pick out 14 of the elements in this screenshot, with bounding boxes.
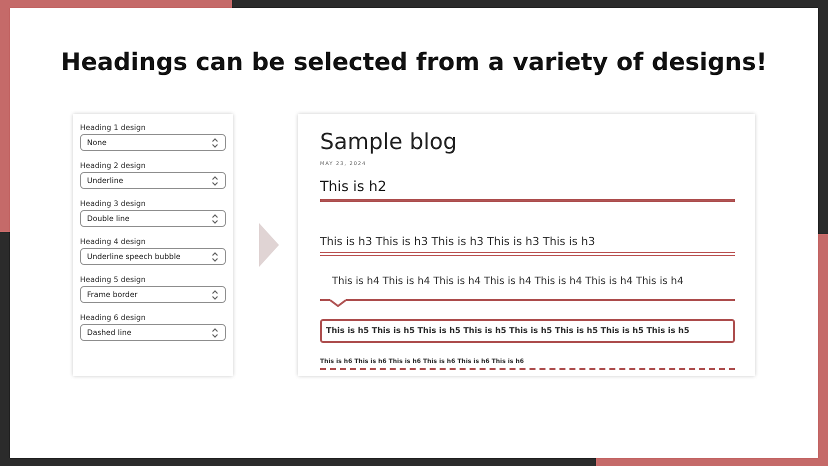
arrow-icon <box>259 223 279 267</box>
heading-speech-bubble: This is h4 This is h4 This is h4 This is h4 This is h4 This is h4 This is h4 <box>320 274 735 307</box>
heading-underline: This is h2 <box>320 176 735 202</box>
chevron-updown-icon <box>211 176 219 186</box>
chevron-updown-icon <box>211 290 219 300</box>
chevron-updown-icon <box>211 328 219 338</box>
chevron-updown-icon <box>211 252 219 262</box>
slide-title: Headings can be selected from a variety of designs! <box>60 47 768 78</box>
bubble-notch-icon <box>330 299 346 307</box>
heading-frame-border: This is h5 This is h5 This is h5 This is h5 This is h5 This is h5 This is h5 This is h5 <box>320 319 735 343</box>
blog-title: Sample blog <box>320 129 458 157</box>
heading-double-line: This is h3 This is h3 This is h3 This is h3 This is h3 <box>320 234 735 256</box>
chevron-updown-icon <box>211 214 219 224</box>
chevron-updown-icon <box>211 138 219 148</box>
